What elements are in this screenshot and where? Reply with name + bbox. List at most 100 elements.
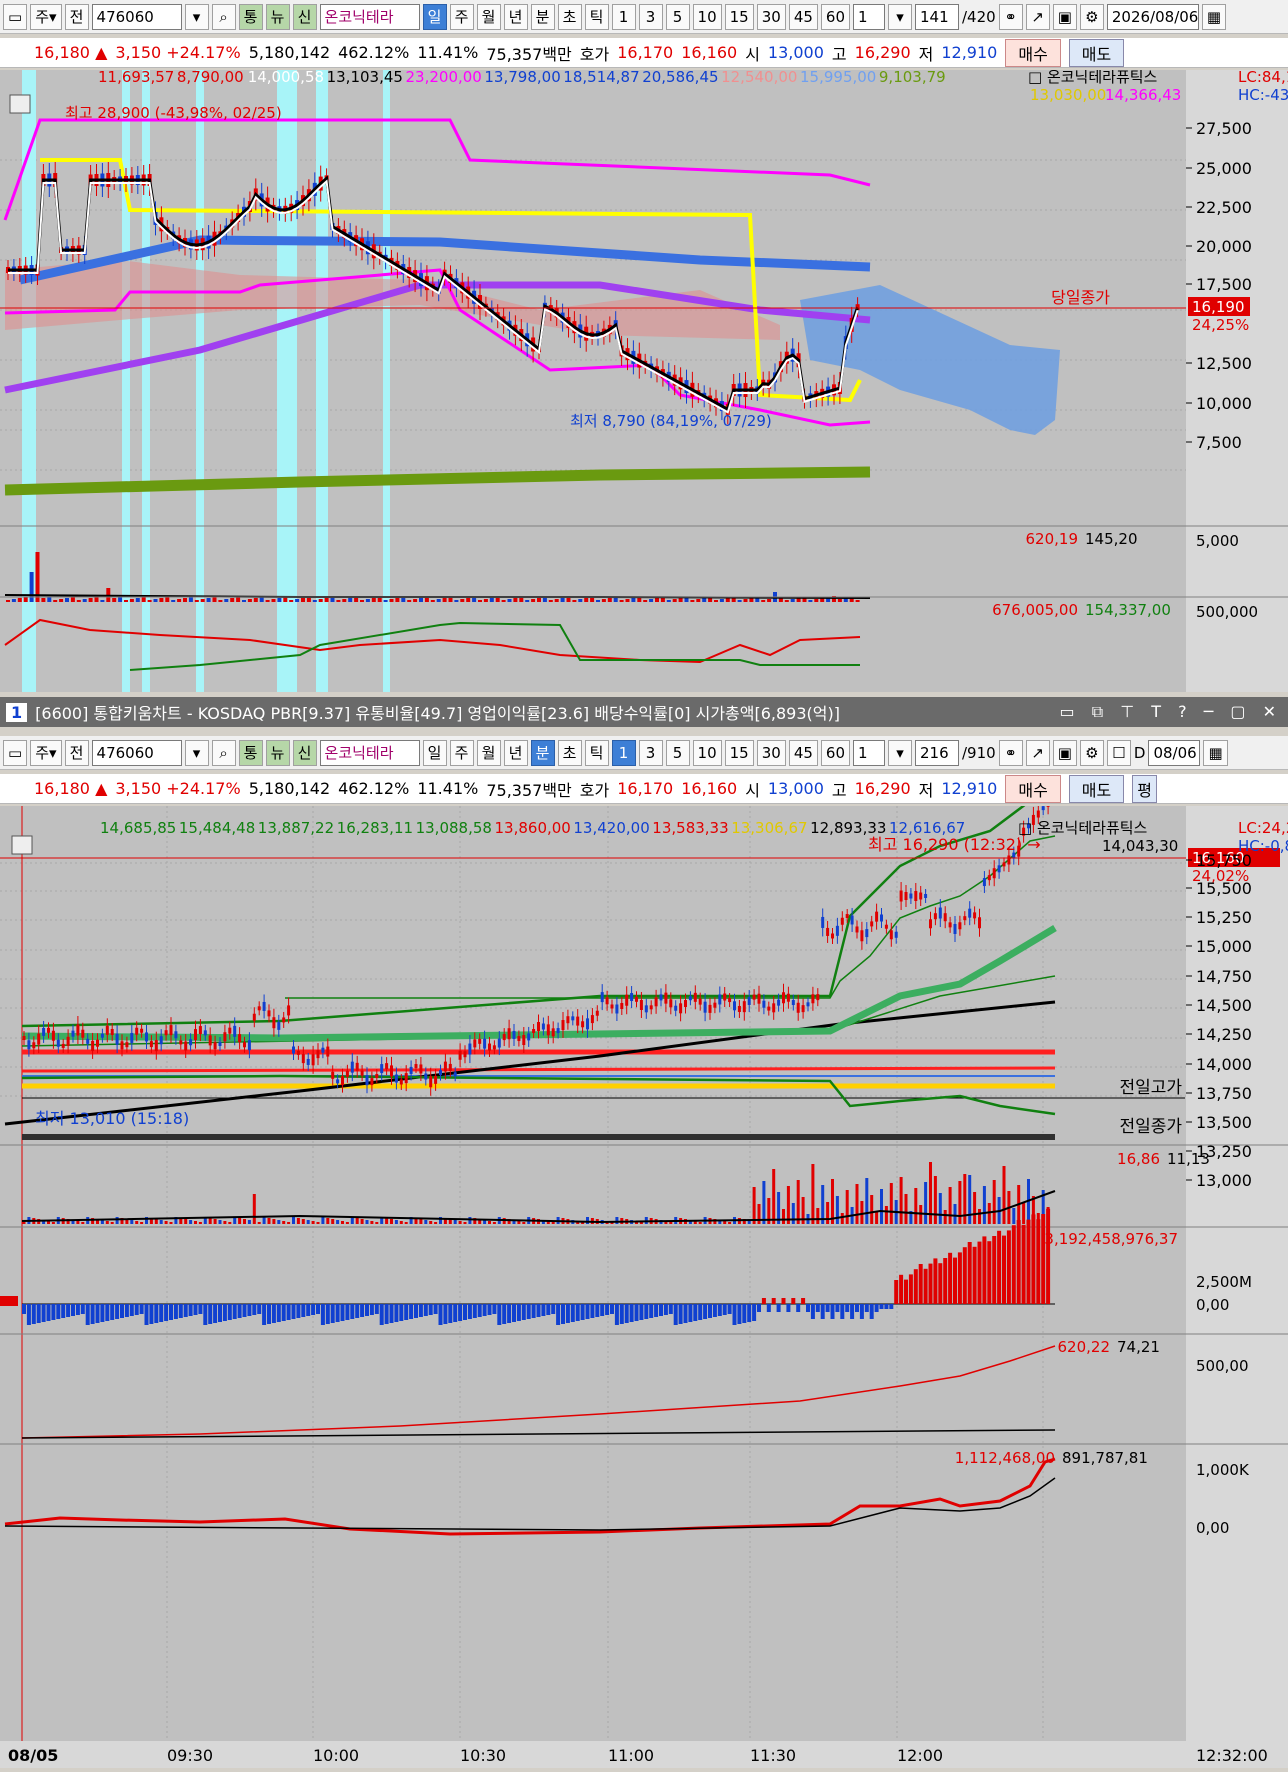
dropdown-icon[interactable]: ▾ [184, 739, 209, 766]
interval-15[interactable]: 15 [724, 3, 754, 30]
pyeong-button[interactable]: 평 [1132, 774, 1157, 803]
price: 16,180 ▲ [34, 779, 108, 798]
daily-chart-panel[interactable]: 최고 28,900 (-43,98%, 02/25) 최저 8,790 (84,… [0, 68, 1288, 692]
money-bar [727, 1304, 732, 1314]
count-dropdown-icon[interactable]: ▾ [888, 739, 912, 766]
minute-chart-panel[interactable]: 최저 13,010 (15:18) 최고 16,290 (12:32) → 14… [0, 790, 1288, 1768]
interval-1[interactable]: 1 [611, 3, 636, 30]
period-minute[interactable]: 분 [530, 3, 555, 30]
prev-button[interactable]: 전 [64, 739, 89, 766]
search-icon[interactable]: ⌕ [211, 3, 236, 30]
money-bar [570, 1304, 575, 1322]
link-icon[interactable]: ⚭ [998, 3, 1023, 30]
interval-15[interactable]: 15 [724, 739, 754, 766]
money-bar [193, 1304, 198, 1315]
period-month[interactable]: 월 [476, 739, 501, 766]
interval-60[interactable]: 60 [820, 3, 850, 30]
period-day[interactable]: 일 [422, 3, 447, 30]
candle-body [448, 1063, 452, 1071]
prev-button[interactable]: 전 [64, 3, 89, 30]
interval-1[interactable]: 1 [611, 739, 636, 766]
period-tick[interactable]: 틱 [584, 739, 609, 766]
stock-name-field[interactable]: 온코닉테라 [319, 3, 420, 30]
code-input[interactable]: 476060 [91, 739, 182, 766]
period-minute[interactable]: 분 [530, 739, 555, 766]
period-tick[interactable]: 틱 [584, 3, 609, 30]
draw-icon[interactable]: ↗ [1025, 739, 1050, 766]
nyu-button[interactable]: 뉴 [265, 3, 290, 30]
candle-body [238, 1034, 242, 1043]
page-input[interactable]: 141 [915, 3, 959, 30]
date-input[interactable]: 08/06 [1148, 739, 1201, 766]
interval-60[interactable]: 60 [820, 739, 850, 766]
period-year[interactable]: 년 [503, 739, 528, 766]
window-icon[interactable]: ▭ [3, 3, 28, 30]
interval-5[interactable]: 5 [665, 739, 690, 766]
daily-chart-svg[interactable]: 최고 28,900 (-43,98%, 02/25) 최저 8,790 (84,… [0, 68, 1288, 692]
interval-5[interactable]: 5 [665, 3, 690, 30]
count-input[interactable]: 1 [853, 3, 885, 30]
calendar-icon[interactable]: ▦ [1203, 739, 1228, 766]
candle-body [742, 1001, 746, 1013]
tong-button[interactable]: 통 [238, 739, 263, 766]
d-checkbox[interactable]: ☐ [1106, 739, 1131, 766]
sell-button[interactable]: 매도 [1068, 774, 1125, 803]
volume-bar [159, 598, 164, 602]
buy-button[interactable]: 매수 [1005, 38, 1061, 67]
sin-button[interactable]: 신 [292, 739, 317, 766]
candle-body [698, 998, 702, 1005]
grid-toggle-icon[interactable] [11, 835, 33, 855]
low: 12,910 [941, 779, 998, 798]
period-week[interactable]: 주 [449, 3, 474, 30]
nyu-button[interactable]: 뉴 [265, 739, 290, 766]
draw-icon[interactable]: ↗ [1025, 3, 1050, 30]
window-icon[interactable]: ▭ [3, 739, 28, 766]
search-icon[interactable]: ⌕ [211, 739, 236, 766]
page-input[interactable]: 216 [915, 739, 959, 766]
candle-body [733, 1001, 736, 1011]
x-tick-label: 09:30 [167, 1746, 213, 1765]
count-input[interactable]: 1 [853, 739, 885, 766]
volume-bar [672, 599, 677, 602]
interval-30[interactable]: 30 [756, 3, 786, 30]
candle-body [605, 997, 609, 1005]
link-icon[interactable]: ⚭ [998, 739, 1023, 766]
interval-30[interactable]: 30 [756, 739, 786, 766]
calendar-icon[interactable]: ▦ [1201, 3, 1227, 30]
volume-bar [796, 1180, 800, 1224]
grid-toggle-icon[interactable] [9, 94, 31, 114]
window-controls-icon[interactable]: ▭ ⧉ ⊤ T ? ─ ▢ ✕ [1059, 702, 1282, 722]
dropdown-icon[interactable]: ▾ [184, 3, 209, 30]
money-bar [80, 1304, 85, 1314]
period-second[interactable]: 초 [557, 739, 582, 766]
interval-45[interactable]: 45 [788, 3, 818, 30]
period-second[interactable]: 초 [557, 3, 582, 30]
interval-3[interactable]: 3 [638, 739, 663, 766]
candle-body [399, 1079, 403, 1085]
buy-button[interactable]: 매수 [1005, 774, 1061, 803]
sell-button[interactable]: 매도 [1068, 38, 1125, 67]
tong-button[interactable]: 통 [238, 3, 263, 30]
period-day[interactable]: 일 [422, 739, 447, 766]
period-month[interactable]: 월 [476, 3, 501, 30]
code-input[interactable]: 476060 [91, 3, 182, 30]
minute-chart-svg[interactable]: 최저 13,010 (15:18) 최고 16,290 (12:32) → 14… [0, 790, 1288, 1768]
gear-icon[interactable]: ⚙ [1079, 739, 1104, 766]
count-dropdown-icon[interactable]: ▾ [888, 3, 912, 30]
period-year[interactable]: 년 [503, 3, 528, 30]
market-select[interactable]: 주 ▾ [30, 3, 62, 30]
interval-10[interactable]: 10 [692, 3, 722, 30]
interval-10[interactable]: 10 [692, 739, 722, 766]
volume-bar [982, 1186, 986, 1224]
gear-icon[interactable]: ⚙ [1079, 3, 1104, 30]
interval-3[interactable]: 3 [638, 3, 663, 30]
sin-button[interactable]: 신 [292, 3, 317, 30]
volume-bar [714, 600, 718, 602]
period-week[interactable]: 주 [449, 739, 474, 766]
date-input[interactable]: 2026/08/06 [1106, 3, 1199, 30]
interval-45[interactable]: 45 [788, 739, 818, 766]
save-icon[interactable]: ▣ [1052, 3, 1077, 30]
stock-name-field[interactable]: 온코닉테라 [319, 739, 420, 766]
market-select[interactable]: 주 ▾ [30, 739, 62, 766]
save-icon[interactable]: ▣ [1052, 739, 1077, 766]
